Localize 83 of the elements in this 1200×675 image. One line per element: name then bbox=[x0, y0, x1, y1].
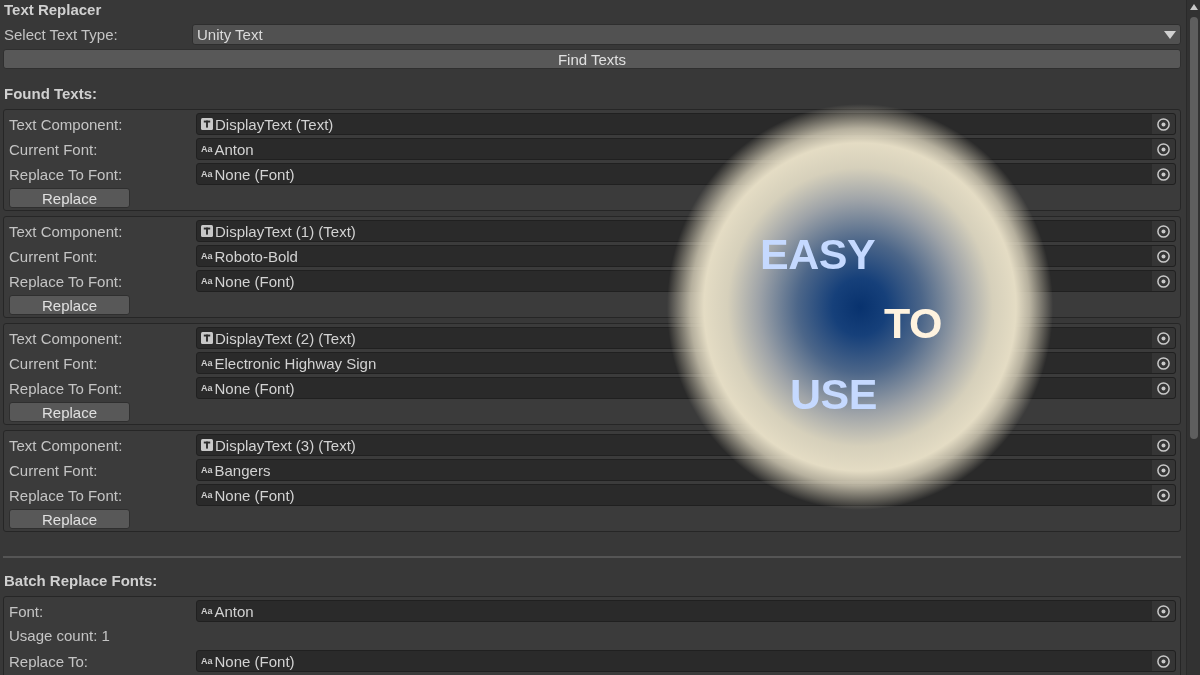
scrollbar[interactable] bbox=[1186, 0, 1200, 675]
picker-button[interactable] bbox=[1152, 435, 1175, 455]
picker-button[interactable] bbox=[1152, 601, 1175, 621]
field-label: Replace To Font: bbox=[9, 486, 124, 504]
field-value: None (Font) bbox=[214, 486, 295, 504]
field-label: Current Font: bbox=[9, 247, 99, 265]
section-heading: Found Texts: bbox=[3, 84, 99, 104]
field-label: Text Component: bbox=[9, 329, 124, 347]
font-icon: Aa bbox=[201, 250, 213, 262]
field-value: Bangers bbox=[214, 461, 271, 479]
field-value: None (Font) bbox=[214, 652, 295, 670]
text-component-icon bbox=[201, 118, 213, 130]
target-icon bbox=[1157, 488, 1170, 502]
field-value: DisplayText (2) (Text) bbox=[215, 329, 356, 347]
field-value: DisplayText (1) (Text) bbox=[215, 222, 356, 240]
field-label: Current Font: bbox=[9, 461, 99, 479]
picker-button[interactable] bbox=[1152, 164, 1175, 184]
field-value: Anton bbox=[214, 140, 254, 158]
field-value: DisplayText (3) (Text) bbox=[215, 436, 356, 454]
target-icon bbox=[1157, 142, 1170, 156]
picker-button[interactable] bbox=[1152, 651, 1175, 671]
font-icon: Aa bbox=[201, 143, 213, 155]
usage-count-text: Usage count: 1 bbox=[9, 626, 110, 646]
field-value: Electronic Highway Sign bbox=[214, 354, 377, 372]
field-value: None (Font) bbox=[214, 272, 295, 290]
field-label: Text Component: bbox=[9, 222, 124, 240]
field-value: Roboto-Bold bbox=[214, 247, 298, 265]
picker-button[interactable] bbox=[1152, 114, 1175, 134]
target-icon bbox=[1157, 654, 1170, 668]
find-texts-button[interactable]: Find Texts bbox=[3, 49, 1181, 69]
field-value: DisplayText (Text) bbox=[215, 115, 334, 133]
dropdown-value: Unity Text bbox=[197, 26, 263, 43]
picker-button[interactable] bbox=[1152, 139, 1175, 159]
picker-button[interactable] bbox=[1152, 353, 1175, 373]
picker-button[interactable] bbox=[1152, 271, 1175, 291]
field-label: Replace To: bbox=[9, 652, 89, 670]
picker-button[interactable] bbox=[1152, 460, 1175, 480]
font-icon: Aa bbox=[201, 382, 213, 394]
scroll-up-icon[interactable] bbox=[1189, 4, 1198, 10]
font-icon: Aa bbox=[201, 655, 213, 667]
scrollbar-thumb[interactable] bbox=[1189, 17, 1198, 439]
font-icon: Aa bbox=[201, 357, 213, 369]
field-value: Anton bbox=[214, 602, 254, 620]
target-icon bbox=[1157, 356, 1170, 370]
text-component-icon bbox=[201, 332, 213, 344]
field-label: Current Font: bbox=[9, 140, 99, 158]
field-label: Replace To Font: bbox=[9, 165, 124, 183]
replace-button[interactable]: Replace bbox=[9, 402, 130, 422]
field-label: Text Component: bbox=[9, 115, 124, 133]
target-icon bbox=[1157, 604, 1170, 618]
font-icon: Aa bbox=[201, 275, 213, 287]
field-label: Text Component: bbox=[9, 436, 124, 454]
target-icon bbox=[1157, 274, 1170, 288]
field-label: Font: bbox=[9, 602, 45, 620]
promo-word: TO bbox=[884, 302, 942, 345]
field-label: Replace To Font: bbox=[9, 272, 124, 290]
text-type-dropdown[interactable]: Unity Text bbox=[192, 24, 1181, 45]
font-icon: Aa bbox=[201, 168, 213, 180]
target-icon bbox=[1157, 167, 1170, 181]
window-title: Text Replacer bbox=[3, 0, 103, 20]
font-icon: Aa bbox=[201, 605, 213, 617]
promo-word: USE bbox=[790, 373, 877, 416]
picker-button[interactable] bbox=[1152, 328, 1175, 348]
field-value: None (Font) bbox=[214, 165, 295, 183]
target-icon bbox=[1157, 117, 1170, 131]
font-icon: Aa bbox=[201, 464, 213, 476]
caret-icon bbox=[1164, 30, 1176, 39]
picker-button[interactable] bbox=[1152, 246, 1175, 266]
target-icon bbox=[1157, 463, 1170, 477]
field-label: Replace To Font: bbox=[9, 379, 124, 397]
section-heading: Batch Replace Fonts: bbox=[3, 571, 159, 591]
text-component-icon bbox=[201, 439, 213, 451]
replace-button[interactable]: Replace bbox=[9, 295, 130, 315]
field-label: Current Font: bbox=[9, 354, 99, 372]
font-icon: Aa bbox=[201, 489, 213, 501]
target-icon bbox=[1157, 438, 1170, 452]
field-value: None (Font) bbox=[214, 379, 295, 397]
replace-button[interactable]: Replace bbox=[9, 509, 130, 529]
target-icon bbox=[1157, 331, 1170, 345]
replace-button[interactable]: Replace bbox=[9, 188, 130, 208]
picker-button[interactable] bbox=[1152, 485, 1175, 505]
target-icon bbox=[1157, 249, 1170, 263]
field-label: Select Text Type: bbox=[3, 25, 119, 45]
